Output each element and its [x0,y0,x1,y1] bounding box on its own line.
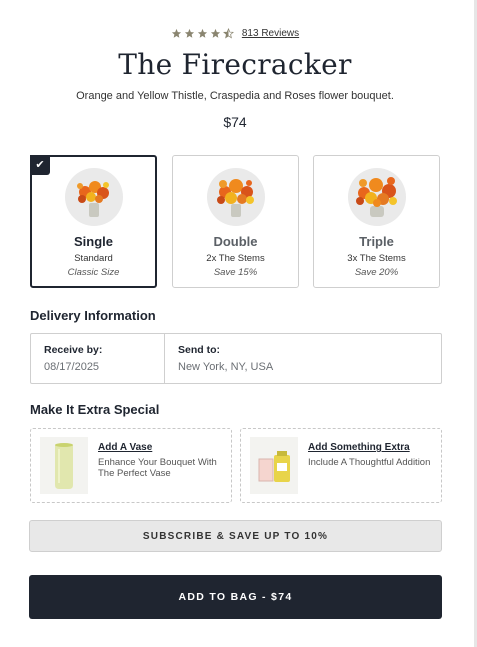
size-option-desc: Standard [74,253,113,264]
add-extra-link[interactable]: Add Something Extra [308,442,430,453]
reviews-link[interactable]: 813 Reviews [242,28,299,39]
star-icon [210,28,221,39]
size-option-note: Save 20% [354,267,399,278]
size-option-desc: 2x The Stems [206,253,265,264]
send-to-field[interactable]: Send to: New York, NY, USA [165,334,441,383]
add-to-bag-button[interactable]: ADD TO BAG - $74 [29,575,442,619]
send-to-label: Send to: [178,344,220,356]
product-panel: 813 Reviews The Firecracker Orange and Y… [0,0,470,647]
product-description: Orange and Yellow Thistle, Craspedia and… [76,90,394,102]
size-options: ✔ Single Standard Classic Size Double 2x… [30,155,441,290]
size-option-name: Triple [359,234,394,249]
add-vase-link[interactable]: Add A Vase [98,442,231,453]
size-option-name: Single [73,234,113,249]
product-price: $74 [223,114,247,130]
bouquet-image [64,168,123,226]
star-rating [171,28,234,39]
subscribe-button[interactable]: SUBSCRIBE & SAVE UP TO 10% [29,520,442,552]
star-icon [184,28,195,39]
half-star-icon [222,28,234,39]
receive-by-label: Receive by: [44,344,103,356]
delivery-section-title: Delivery Information [30,308,156,323]
size-option-note: Classic Size [67,267,120,278]
size-option-desc: 3x The Stems [347,253,406,264]
bouquet-image [347,168,406,226]
add-vase-card[interactable]: Add A Vase Enhance Your Bouquet With The… [30,428,232,503]
gift-image [250,437,298,494]
receive-by-value: 08/17/2025 [44,361,100,373]
star-icon [171,28,182,39]
size-option-note: Save 15% [213,267,258,278]
bouquet-image [206,168,265,226]
size-option-triple[interactable]: Triple 3x The Stems Save 20% [313,155,440,288]
checkmark-icon: ✔ [30,155,50,175]
vase-image [40,437,88,494]
star-icon [197,28,208,39]
delivery-info: Receive by: 08/17/2025 Send to: New York… [30,333,442,384]
rating-row: 813 Reviews [0,28,470,39]
size-option-name: Double [213,234,258,249]
send-to-value: New York, NY, USA [178,361,274,373]
size-option-single[interactable]: ✔ Single Standard Classic Size [30,155,157,288]
add-extra-card[interactable]: Add Something Extra Include A Thoughtful… [240,428,442,503]
extras-list: Add A Vase Enhance Your Bouquet With The… [30,428,442,504]
add-vase-desc: Enhance Your Bouquet With The Perfect Va… [98,457,217,479]
product-title: The Firecracker [118,48,352,81]
size-option-double[interactable]: Double 2x The Stems Save 15% [172,155,299,288]
receive-by-field[interactable]: Receive by: 08/17/2025 [31,334,165,383]
add-extra-desc: Include A Thoughtful Addition [308,457,431,468]
extras-section-title: Make It Extra Special [30,402,160,417]
